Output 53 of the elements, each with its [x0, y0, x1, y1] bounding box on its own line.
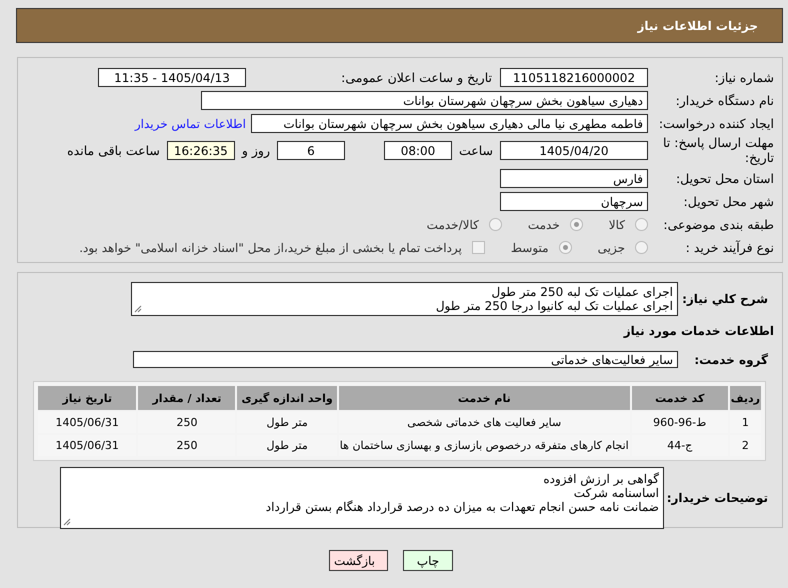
- field-label: شهر محل تحویل:: [682, 194, 775, 209]
- field-label: مهلت ارسال پاسخ: تا تاریخ:: [662, 135, 775, 165]
- deadline-time-field[interactable]: 08:00: [384, 140, 452, 160]
- section-title: اطلاعات خدمات مورد نیاز: [622, 324, 775, 340]
- radio-label: کالا/خدمت: [426, 218, 479, 232]
- city-field[interactable]: سرچهان: [500, 192, 648, 211]
- buyer-contact-link[interactable]: اطلاعات تماس خریدار: [134, 116, 246, 130]
- days-field[interactable]: 6: [276, 140, 345, 160]
- remaining-label: ساعت باقی مانده: [66, 142, 161, 158]
- field-label: نوع فرآیند خرید :: [684, 240, 775, 255]
- checkbox[interactable]: [472, 241, 485, 254]
- resize-handle-icon[interactable]: [63, 518, 71, 526]
- field-label: گروه خدمت:: [693, 352, 769, 366]
- need-number-field[interactable]: 1105118216000002: [500, 68, 648, 87]
- column-header: واحد اندازه گیری: [237, 386, 337, 410]
- radio-button[interactable]: [570, 218, 583, 231]
- radio-label: متوسط: [510, 240, 549, 254]
- back-button[interactable]: بازگشت: [329, 550, 388, 571]
- field-label: تاریخ و ساعت اعلان عمومی:: [340, 70, 493, 85]
- province-field[interactable]: فارس: [500, 169, 648, 188]
- radio-label: خدمت: [528, 218, 560, 232]
- checkbox-label: پرداخت تمام یا بخشی از مبلغ خرید،از محل "اسناد خزانه اسلامی" خواهد بود.: [79, 240, 462, 254]
- service-group-field[interactable]: سایر فعالیت‌های خدماتی: [133, 351, 678, 368]
- announce-date-field[interactable]: 1405/04/13 - 11:35: [98, 68, 246, 87]
- page-title: جزئیات اطلاعات نیاز: [637, 18, 758, 32]
- field-label: شماره نیاز:: [714, 70, 775, 85]
- field-label: طبقه بندی موضوعی:: [662, 217, 775, 232]
- remaining-time-field[interactable]: 16:26:35: [166, 140, 235, 160]
- resize-handle-icon[interactable]: [134, 305, 142, 313]
- print-button[interactable]: چاپ: [403, 550, 453, 571]
- radio-label: جزیی: [598, 240, 625, 254]
- column-header: کد خدمت: [632, 386, 728, 410]
- days-label: روز و: [240, 142, 271, 158]
- column-header: نام خدمت: [338, 386, 630, 410]
- field-label: استان محل تحویل:: [674, 171, 775, 186]
- buyer-org-field[interactable]: دهیاری سیاهون بخش سرچهان شهرستان بوانات: [201, 91, 648, 110]
- field-label: ایجاد کننده درخواست:: [658, 116, 775, 131]
- radio-label: کالا: [608, 218, 625, 232]
- deadline-date-field[interactable]: 1405/04/20: [500, 140, 648, 160]
- column-header: ردیف: [730, 386, 761, 410]
- time-label: ساعت: [458, 142, 494, 158]
- column-header: تعداد / مقدار: [138, 386, 236, 410]
- radio-button[interactable]: [488, 218, 502, 231]
- field-label: نام دستگاه خریدار:: [674, 93, 775, 108]
- buyer-notes-field[interactable]: گواهی بر ارزش افزوده اساسنامه شرکت ضمانت نامه حسن انجام تعهدات به میزان ده درصد قرارداد هنگام بستن قرارداد: [60, 467, 664, 529]
- radio-button[interactable]: [635, 218, 648, 231]
- requester-field[interactable]: فاطمه مطهری نیا مالی دهیاری سیاهون بخش سرچهان شهرستان بوانات: [251, 114, 648, 133]
- radio-button[interactable]: [635, 241, 648, 254]
- column-header: تاریخ نیاز: [38, 386, 136, 410]
- description-field[interactable]: اجرای عملیات تک لبه 250 متر طول اجرای عملیات تک لبه کانیوا درجا 250 متر طول: [131, 282, 678, 316]
- field-label: شرح كلي نياز:: [681, 292, 769, 306]
- field-label: توضیحات خریدار:: [666, 491, 769, 505]
- radio-button[interactable]: [558, 241, 572, 254]
